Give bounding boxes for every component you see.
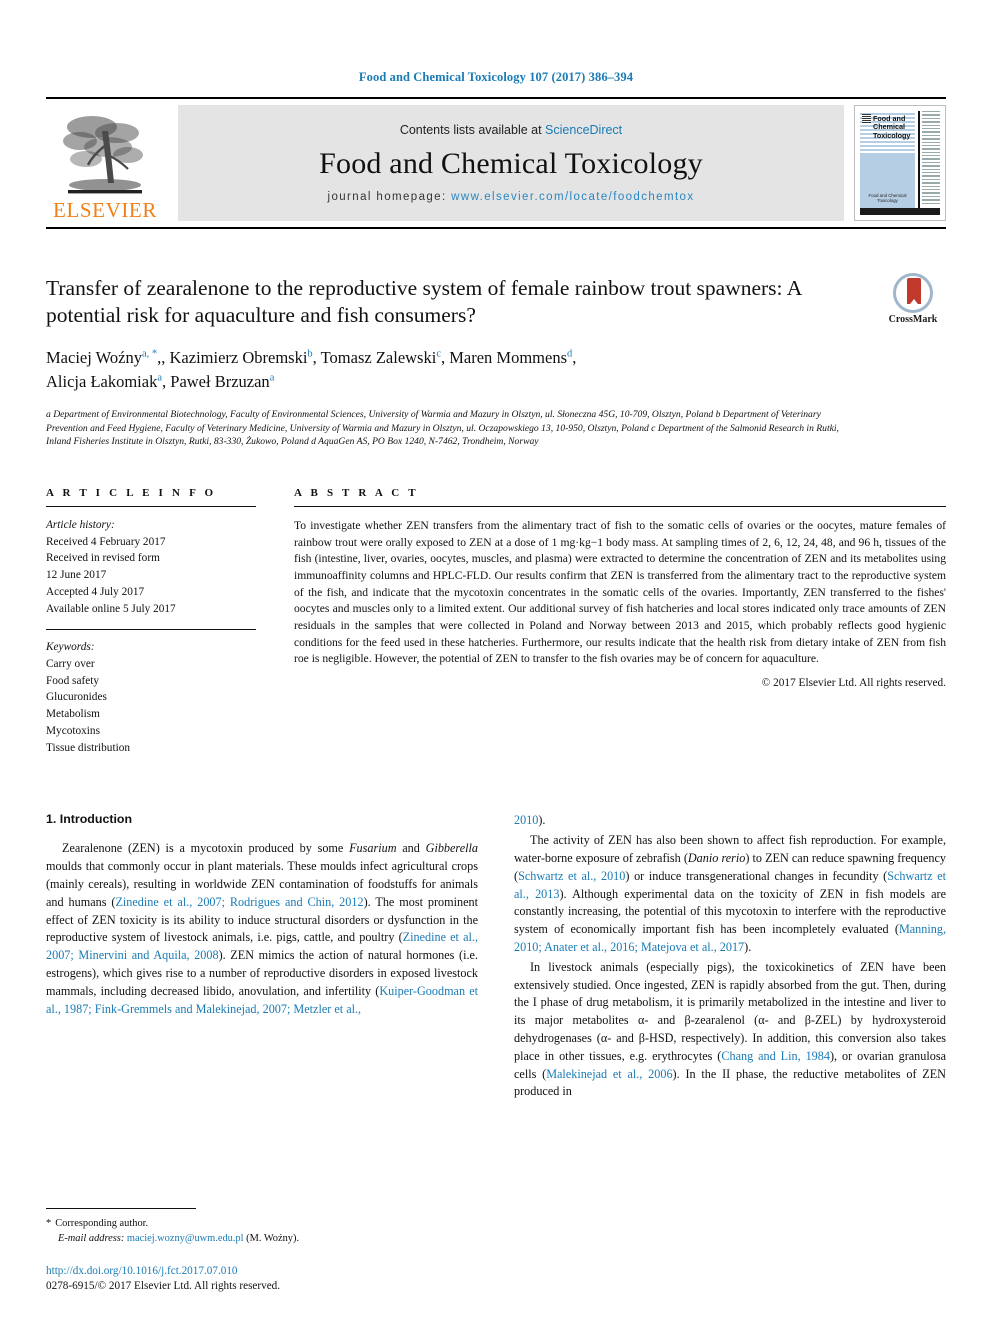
contents-prefix: Contents lists available at (399, 123, 546, 137)
title-block: Transfer of zearalenone to the reproduct… (46, 273, 946, 449)
cover-barcode-icon (862, 114, 871, 123)
paragraph-intro-3: In livestock animals (especially pigs), … (514, 959, 946, 1102)
running-head: Food and Chemical Toxicology 107 (2017) … (358, 70, 634, 84)
corresponding-author-marker: * (46, 1218, 52, 1230)
crossmark-icon (893, 273, 933, 313)
elsevier-tree-icon (63, 116, 143, 194)
keyword-item: Food safety (46, 674, 100, 687)
corresponding-author-note: * Corresponding author. (46, 1216, 460, 1231)
history-item: 12 June 2017 (46, 569, 107, 582)
journal-homepage-line: journal homepage: www.elsevier.com/locat… (328, 191, 695, 203)
species-name: Fusarium (349, 841, 397, 856)
citation-link[interactable]: Schwartz et al., 2010 (518, 869, 625, 883)
paragraph-intro-2: The activity of ZEN has also been shown … (514, 832, 946, 957)
cover-title: Food and Chemical Toxicology (873, 114, 911, 140)
cover-footer-text: Food and Chemical Toxicology (868, 193, 907, 203)
email-owner: (M. Woźny). (246, 1233, 300, 1245)
affiliation-list: a Department of Environmental Biotechnol… (46, 409, 839, 448)
crossmark-label: CrossMark (888, 314, 938, 325)
text-run: and (396, 841, 426, 856)
text-run: ). (538, 813, 546, 828)
footnote-area: * Corresponding author. E-mail address: m… (46, 1208, 460, 1295)
body-column-left: 1. Introduction Zearalenone (ZEN) is a m… (46, 812, 478, 1242)
homepage-url-link[interactable]: www.elsevier.com/locate/foodchemtox (451, 191, 694, 203)
author-line-1: Maciej Woźnya, *,, Kazimierz Obremskib, … (46, 347, 577, 367)
article-info-column: A R T I C L E I N F O Article history: R… (46, 487, 256, 756)
page-title: Transfer of zearalenone to the reproduct… (46, 276, 802, 328)
journal-masthead: ELSEVIER Contents lists available at Sci… (46, 97, 946, 229)
keyword-item: Metabolism (46, 708, 100, 721)
email-link[interactable]: maciej.wozny@uwm.edu.pl (127, 1233, 244, 1244)
keywords-label: Keywords: (46, 641, 95, 654)
keyword-item: Glucuronides (46, 691, 107, 704)
contents-available-line: Contents lists available at ScienceDirec… (400, 123, 622, 137)
crossmark-badge[interactable]: CrossMark (880, 273, 946, 325)
species-name: Gibberella (425, 841, 478, 856)
keyword-list: Keywords: Carry over Food safety Glucuro… (46, 639, 256, 756)
abstract-text: To investigate whether ZEN transfers fro… (294, 518, 946, 666)
history-item: Available online 5 July 2017 (46, 602, 176, 615)
text-run: ). Although experimental data on the tox… (514, 886, 947, 937)
species-name: Danio rerio (687, 850, 746, 865)
article-info-heading: A R T I C L E I N F O (46, 486, 217, 499)
doi-link[interactable]: http://dx.doi.org/10.1016/j.fct.2017.07.… (46, 1263, 460, 1280)
elsevier-wordmark: ELSEVIER (53, 198, 157, 222)
history-item: Received in revised form (46, 552, 160, 565)
body-column-right: 2010). The activity of ZEN has also been… (514, 812, 946, 1242)
citation-link[interactable]: Chang and Lin, 1984 (721, 1049, 830, 1063)
footnote-divider (46, 1208, 196, 1210)
abstract-column: A B S T R A C T To investigate whether Z… (294, 487, 946, 756)
body-columns: 1. Introduction Zearalenone (ZEN) is a m… (46, 812, 946, 1242)
abstract-heading: A B S T R A C T (294, 486, 419, 499)
elsevier-logo: ELSEVIER (46, 99, 164, 227)
paragraph-continued: 2010). (514, 812, 946, 830)
issn-copyright-line: 0278-6915/© 2017 Elsevier Ltd. All right… (46, 1280, 281, 1293)
article-history: Article history: Received 4 February 201… (46, 517, 256, 617)
text-run: Zearalenone (ZEN) is a mycotoxin produce… (62, 841, 350, 856)
journal-band: Contents lists available at ScienceDirec… (178, 105, 844, 221)
section-title-introduction: 1. Introduction (46, 812, 133, 827)
keyword-item: Carry over (46, 657, 95, 670)
keyword-item: Tissue distribution (46, 741, 131, 754)
citation-link[interactable]: Malekinejad et al., 2006 (546, 1067, 672, 1081)
article-history-label: Article history: (46, 518, 115, 531)
text-run: ) or induce transgenerational changes in… (625, 868, 888, 883)
email-note: E-mail address: maciej.wozny@uwm.edu.pl … (46, 1231, 460, 1246)
article-page: Food and Chemical Toxicology 107 (2017) … (0, 0, 992, 1323)
text-run: ). (744, 939, 752, 954)
history-item: Received 4 February 2017 (46, 535, 166, 548)
homepage-prefix: journal homepage: (327, 191, 452, 203)
cover-side-lines (918, 111, 940, 215)
journal-title: Food and Chemical Toxicology (319, 147, 703, 180)
info-abstract-region: A R T I C L E I N F O Article history: R… (46, 487, 946, 756)
email-label: E-mail address: (58, 1233, 125, 1245)
sciencedirect-link[interactable]: ScienceDirect (545, 123, 622, 137)
history-item: Accepted 4 July 2017 (46, 585, 145, 598)
corresponding-author-text: Corresponding author. (55, 1218, 149, 1230)
abstract-copyright: © 2017 Elsevier Ltd. All rights reserved… (761, 677, 946, 690)
text-run: In livestock animals (especially pigs), … (514, 959, 946, 1063)
keyword-item: Mycotoxins (46, 724, 100, 737)
paragraph-intro-1: Zearalenone (ZEN) is a mycotoxin produce… (46, 840, 478, 1018)
author-line-2: Alicja Łakomiaka, Paweł Brzuzana (46, 372, 275, 392)
author-list: Maciej Woźnya, *,, Kazimierz Obremskib, … (46, 346, 854, 396)
citation-link[interactable]: Zinedine et al., 2007; Rodrigues and Chi… (115, 895, 363, 909)
citation-link[interactable]: 2010 (514, 813, 538, 827)
journal-cover-thumbnail[interactable]: Food and Chemical Toxicology Food and Ch… (854, 105, 946, 221)
